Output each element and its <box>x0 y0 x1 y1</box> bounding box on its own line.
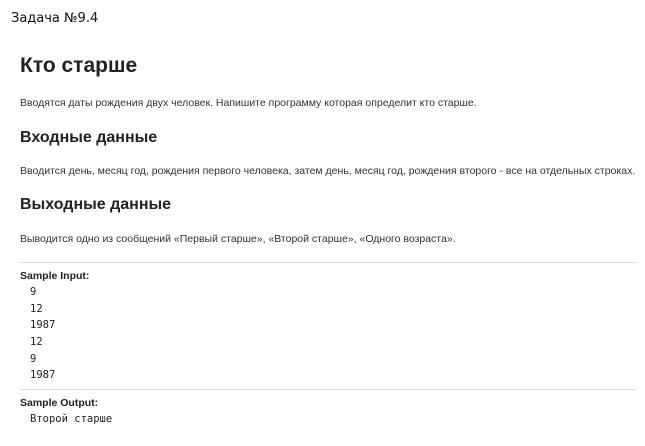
divider <box>20 389 637 390</box>
task-label: Задача №9.4 <box>11 11 99 26</box>
sample-input-line: 9 <box>30 286 37 298</box>
problem-title: Кто старше <box>20 54 138 77</box>
sample-input-label: Sample Input: <box>20 270 90 282</box>
problem-content: Кто старше Вводятся даты рождения двух ч… <box>20 52 637 425</box>
input-heading: Входные данные <box>20 129 158 146</box>
sample-input-line: 12 <box>30 336 43 349</box>
sample-input-line: 1987 <box>30 369 56 382</box>
sample-output-block: Второй старше <box>30 411 112 428</box>
problem-description: Вводятся даты рождения двух человек. Нап… <box>20 97 477 109</box>
input-description: Вводится день, месяц год, рождения перво… <box>20 165 636 177</box>
sample-output-line: Второй старше <box>30 413 113 425</box>
output-heading: Выходные данные <box>20 196 172 213</box>
sample-input-line: 1987 <box>30 319 56 332</box>
sample-output-label: Sample Output: <box>20 397 99 409</box>
divider <box>20 262 637 263</box>
sample-input-line: 12 <box>30 302 43 315</box>
output-description: Выводится одно из сообщений «Первый стар… <box>20 233 456 245</box>
sample-input-line: 9 <box>30 352 37 365</box>
sample-input-block: 9 12 1987 12 9 1987 <box>30 284 55 384</box>
